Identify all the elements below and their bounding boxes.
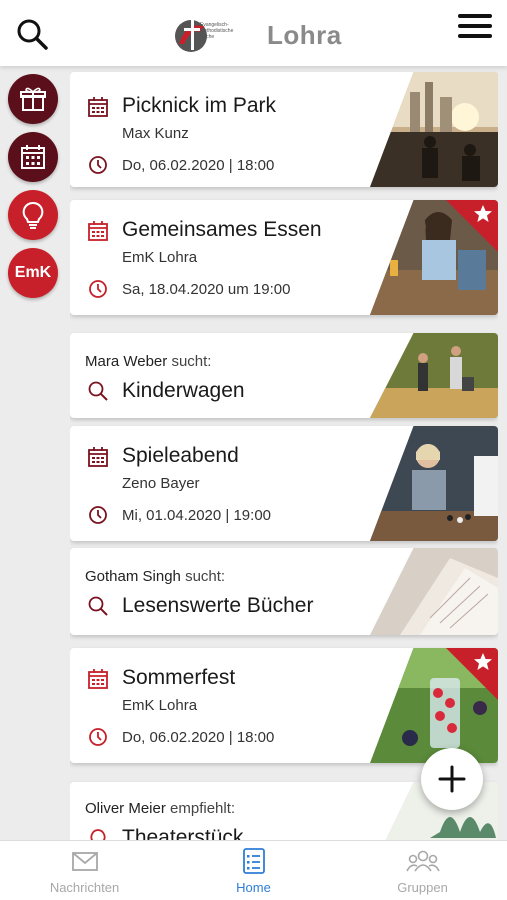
requester-line: Gotham Singh sucht: xyxy=(85,568,225,585)
requester-name: Gotham Singh xyxy=(85,568,181,585)
request-image xyxy=(370,548,498,635)
calendar-category-button[interactable] xyxy=(8,132,58,182)
event-title: Sommerfest xyxy=(122,666,236,689)
recommend-item: Theaterstück xyxy=(122,826,244,840)
event-host: Max Kunz xyxy=(122,125,189,142)
envelope-icon xyxy=(71,852,98,871)
event-date: Do, 06.02.2020 | 18:00 xyxy=(122,157,275,174)
page-title: Lohra xyxy=(267,20,342,50)
gift-category-button[interactable] xyxy=(8,74,58,124)
app-header: Evangelisch-methodistische Kirche Lohra xyxy=(0,0,507,66)
gift-icon xyxy=(20,87,46,111)
feed-list: Picknick im Park Max Kunz Do, 06.02.2020… xyxy=(70,66,498,840)
bottom-navigation: Nachrichten Home Gruppen xyxy=(0,840,507,900)
lightbulb-icon xyxy=(90,829,106,840)
calendar-icon xyxy=(88,97,108,117)
event-image xyxy=(370,426,498,541)
search-request-card[interactable]: Gotham Singh sucht: Lesenswerte Bücher xyxy=(70,548,498,635)
search-icon xyxy=(88,381,108,401)
recommender-name: Oliver Meier xyxy=(85,800,166,817)
tab-home-label: Home xyxy=(236,880,271,895)
request-item: Lesenswerte Bücher xyxy=(122,594,314,617)
event-host: EmK Lohra xyxy=(122,697,198,714)
hamburger-menu-icon[interactable] xyxy=(458,14,492,44)
star-icon xyxy=(474,205,492,222)
tab-messages[interactable]: Nachrichten xyxy=(0,841,169,900)
logo-text: Evangelisch-methodistische Kirche xyxy=(200,22,234,40)
event-card[interactable]: Picknick im Park Max Kunz Do, 06.02.2020… xyxy=(70,72,498,187)
event-host: EmK Lohra xyxy=(122,249,198,266)
event-date: Sa, 18.04.2020 um 19:00 xyxy=(122,281,291,298)
emk-category-button[interactable]: EmK xyxy=(8,248,58,298)
event-title: Gemeinsames Essen xyxy=(122,218,322,241)
calendar-icon xyxy=(88,221,108,241)
tab-groups[interactable]: Gruppen xyxy=(338,841,507,900)
event-date: Do, 06.02.2020 | 18:00 xyxy=(122,729,275,746)
clock-icon xyxy=(89,728,107,746)
recommend-verb: empfiehlt: xyxy=(170,800,236,817)
request-item: Kinderwagen xyxy=(122,379,245,402)
group-icon xyxy=(405,850,440,872)
search-icon[interactable] xyxy=(14,16,50,52)
tab-home[interactable]: Home xyxy=(169,841,338,900)
list-icon xyxy=(242,848,265,874)
clock-icon xyxy=(89,156,107,174)
calendar-icon xyxy=(88,669,108,689)
event-image xyxy=(370,72,498,187)
tab-messages-label: Nachrichten xyxy=(49,880,120,895)
calendar-icon xyxy=(88,447,108,467)
request-verb: sucht: xyxy=(185,568,226,585)
event-card-featured[interactable]: Gemeinsames Essen EmK Lohra Sa, 18.04.20… xyxy=(70,200,498,315)
event-date: Mi, 01.04.2020 | 19:00 xyxy=(122,507,272,524)
search-icon xyxy=(88,596,108,616)
search-request-card[interactable]: Mara Weber sucht: Kinderwagen xyxy=(70,333,498,418)
event-card[interactable]: Spieleabend Zeno Bayer Mi, 01.04.2020 | … xyxy=(70,426,498,541)
emk-label: EmK xyxy=(14,264,52,281)
clock-icon xyxy=(89,506,107,524)
plus-icon xyxy=(438,765,466,793)
requester-name: Mara Weber xyxy=(85,353,168,370)
tab-groups-label: Gruppen xyxy=(397,880,448,895)
ideas-category-button[interactable] xyxy=(8,190,58,240)
star-icon xyxy=(474,653,492,670)
add-post-button[interactable] xyxy=(421,748,483,810)
requester-line: Mara Weber sucht: xyxy=(85,353,211,370)
request-verb: sucht: xyxy=(171,353,212,370)
request-image xyxy=(370,333,498,418)
event-title: Picknick im Park xyxy=(122,94,277,117)
clock-icon xyxy=(89,280,107,298)
event-title: Spieleabend xyxy=(122,444,239,467)
recommender-line: Oliver Meier empfiehlt: xyxy=(85,800,235,817)
lightbulb-icon xyxy=(22,201,44,229)
category-sidebar: EmK xyxy=(0,66,66,840)
calendar-icon xyxy=(21,145,45,169)
event-card-featured[interactable]: Sommerfest EmK Lohra Do, 06.02.2020 | 18… xyxy=(70,648,498,763)
event-host: Zeno Bayer xyxy=(122,475,200,492)
